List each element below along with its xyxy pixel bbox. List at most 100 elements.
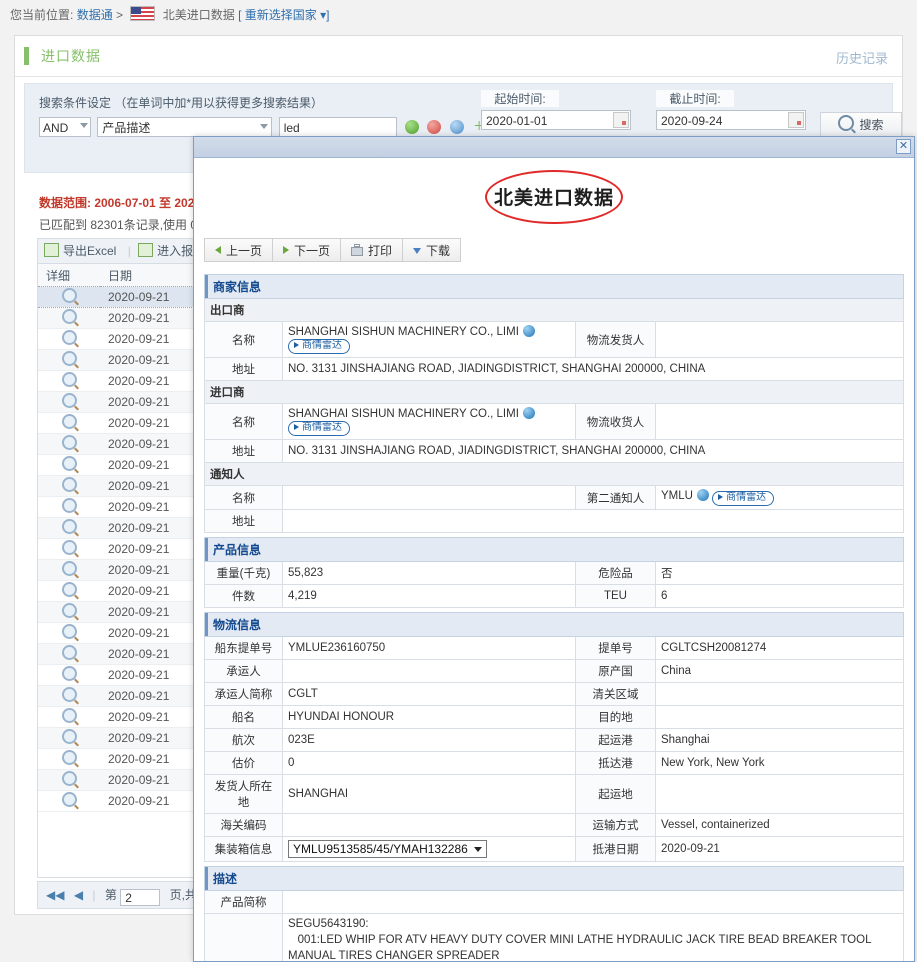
print-button[interactable]: 打印 <box>340 238 402 262</box>
detail-cell[interactable] <box>38 707 100 728</box>
magnifier-icon[interactable] <box>62 729 77 744</box>
globe-icon[interactable] <box>523 407 535 419</box>
magnifier-icon[interactable] <box>62 498 77 513</box>
prev-page-button[interactable]: 上一页 <box>204 238 272 262</box>
detail-cell[interactable] <box>38 392 100 413</box>
detail-cell[interactable] <box>38 539 100 560</box>
detail-cell[interactable] <box>38 308 100 329</box>
detail-cell[interactable] <box>38 329 100 350</box>
reselect-country-link[interactable]: [ 重新选择国家 ▾] <box>238 8 329 22</box>
globe-icon[interactable] <box>523 325 535 337</box>
importer-address-row: 地址 NO. 3131 JINSHAJIANG ROAD, JIADINGDIS… <box>205 440 904 463</box>
logistics-row: 承运人原产国China <box>205 660 904 683</box>
pieces-label: 件数 <box>205 585 283 608</box>
logistics-row: 承运人简称CGLT清关区域 <box>205 683 904 706</box>
detail-cell[interactable] <box>38 623 100 644</box>
detail-cell[interactable] <box>38 350 100 371</box>
page-number-input[interactable]: 2 <box>120 889 160 906</box>
first-page-button[interactable]: ◀◀ <box>46 882 64 908</box>
logistics-label-right: 抵达港 <box>575 752 655 775</box>
magnifier-icon[interactable] <box>62 288 77 303</box>
detail-cell[interactable] <box>38 665 100 686</box>
magnifier-icon[interactable] <box>62 771 77 786</box>
detail-cell[interactable] <box>38 476 100 497</box>
field-select[interactable]: 产品描述 <box>97 117 272 137</box>
business-radar-badge[interactable]: 商情雷达 <box>288 421 350 436</box>
calendar-icon[interactable] <box>788 112 804 128</box>
magnifier-icon[interactable] <box>62 477 77 492</box>
keyword-input[interactable]: led <box>279 117 397 137</box>
magnifier-icon[interactable] <box>62 414 77 429</box>
end-date-value: 2020-09-24 <box>661 114 722 128</box>
magnifier-icon[interactable] <box>62 708 77 723</box>
history-link[interactable]: 历史记录 <box>836 48 888 67</box>
detail-cell[interactable] <box>38 287 100 308</box>
search-button[interactable]: 搜索 <box>820 112 902 137</box>
magnifier-icon[interactable] <box>62 393 77 408</box>
logistics-label-right: 提单号 <box>575 637 655 660</box>
breadcrumb-root-link[interactable]: 数据通 <box>77 8 113 22</box>
magnifier-icon[interactable] <box>62 582 77 597</box>
detail-cell[interactable] <box>38 749 100 770</box>
breadcrumb-country: 北美进口数据 <box>163 8 235 22</box>
close-icon[interactable]: ✕ <box>896 139 911 154</box>
logistics-row: 发货人所在地SHANGHAI起运地 <box>205 775 904 814</box>
second-notify-label: 第二通知人 <box>575 486 655 510</box>
magnifier-icon[interactable] <box>62 666 77 681</box>
detail-cell[interactable] <box>38 644 100 665</box>
magnifier-icon[interactable] <box>62 456 77 471</box>
logistics-consignee-value <box>655 404 903 440</box>
detail-cell[interactable] <box>38 371 100 392</box>
weight-row: 重量(千克) 55,823 危险品 否 <box>205 562 904 585</box>
start-date-input[interactable]: 2020-01-01 <box>481 110 631 130</box>
chevron-down-icon <box>260 124 268 129</box>
remove-condition-icon[interactable] <box>427 120 441 134</box>
magnifier-icon[interactable] <box>62 330 77 345</box>
magnifier-icon[interactable] <box>62 792 77 807</box>
detail-cell[interactable] <box>38 728 100 749</box>
exporter-name-value: SHANGHAI SISHUN MACHINERY CO., LIMI 商情雷达 <box>283 322 576 358</box>
logistics-value-right: Shanghai <box>655 729 903 752</box>
magnifier-icon[interactable] <box>62 519 77 534</box>
arrival-date-value: 2020-09-21 <box>655 837 903 862</box>
export-excel-button[interactable]: 导出Excel <box>44 239 116 263</box>
magnifier-icon[interactable] <box>62 750 77 765</box>
detail-cell[interactable] <box>38 686 100 707</box>
magnifier-icon[interactable] <box>62 687 77 702</box>
business-radar-badge[interactable]: 商情雷达 <box>712 491 774 506</box>
prev-page-button[interactable]: ◀ <box>74 882 83 908</box>
magnifier-icon[interactable] <box>62 540 77 555</box>
globe-icon[interactable] <box>697 489 709 501</box>
notify-address-value <box>283 510 904 533</box>
magnifier-icon[interactable] <box>62 645 77 660</box>
detail-cell[interactable] <box>38 581 100 602</box>
magnifier-icon[interactable] <box>62 351 77 366</box>
magnifier-icon[interactable] <box>62 309 77 324</box>
next-page-button[interactable]: 下一页 <box>272 238 340 262</box>
detail-cell[interactable] <box>38 602 100 623</box>
magnifier-icon[interactable] <box>62 561 77 576</box>
end-date-input[interactable]: 2020-09-24 <box>656 110 806 130</box>
calendar-icon[interactable] <box>613 112 629 128</box>
magnifier-icon[interactable] <box>62 435 77 450</box>
notify-subheader: 通知人 <box>205 463 904 486</box>
magnifier-icon[interactable] <box>62 372 77 387</box>
container-select[interactable]: YMLU9513585/45/YMAH132286 <box>288 840 487 858</box>
arrow-down-icon <box>413 248 421 254</box>
detail-cell[interactable] <box>38 455 100 476</box>
detail-cell[interactable] <box>38 770 100 791</box>
detail-cell[interactable] <box>38 518 100 539</box>
magnifier-icon[interactable] <box>62 603 77 618</box>
download-button[interactable]: 下载 <box>402 238 461 262</box>
magnifier-icon[interactable] <box>62 624 77 639</box>
add-condition-icon[interactable] <box>405 120 419 134</box>
detail-cell[interactable] <box>38 791 100 812</box>
business-radar-badge[interactable]: 商情雷达 <box>288 339 350 354</box>
operator-select[interactable]: AND <box>39 117 91 137</box>
detail-cell[interactable] <box>38 413 100 434</box>
end-date-label: 截止时间: <box>656 90 734 107</box>
detail-cell[interactable] <box>38 434 100 455</box>
detail-cell[interactable] <box>38 560 100 581</box>
detail-cell[interactable] <box>38 497 100 518</box>
help-condition-icon[interactable] <box>450 120 464 134</box>
